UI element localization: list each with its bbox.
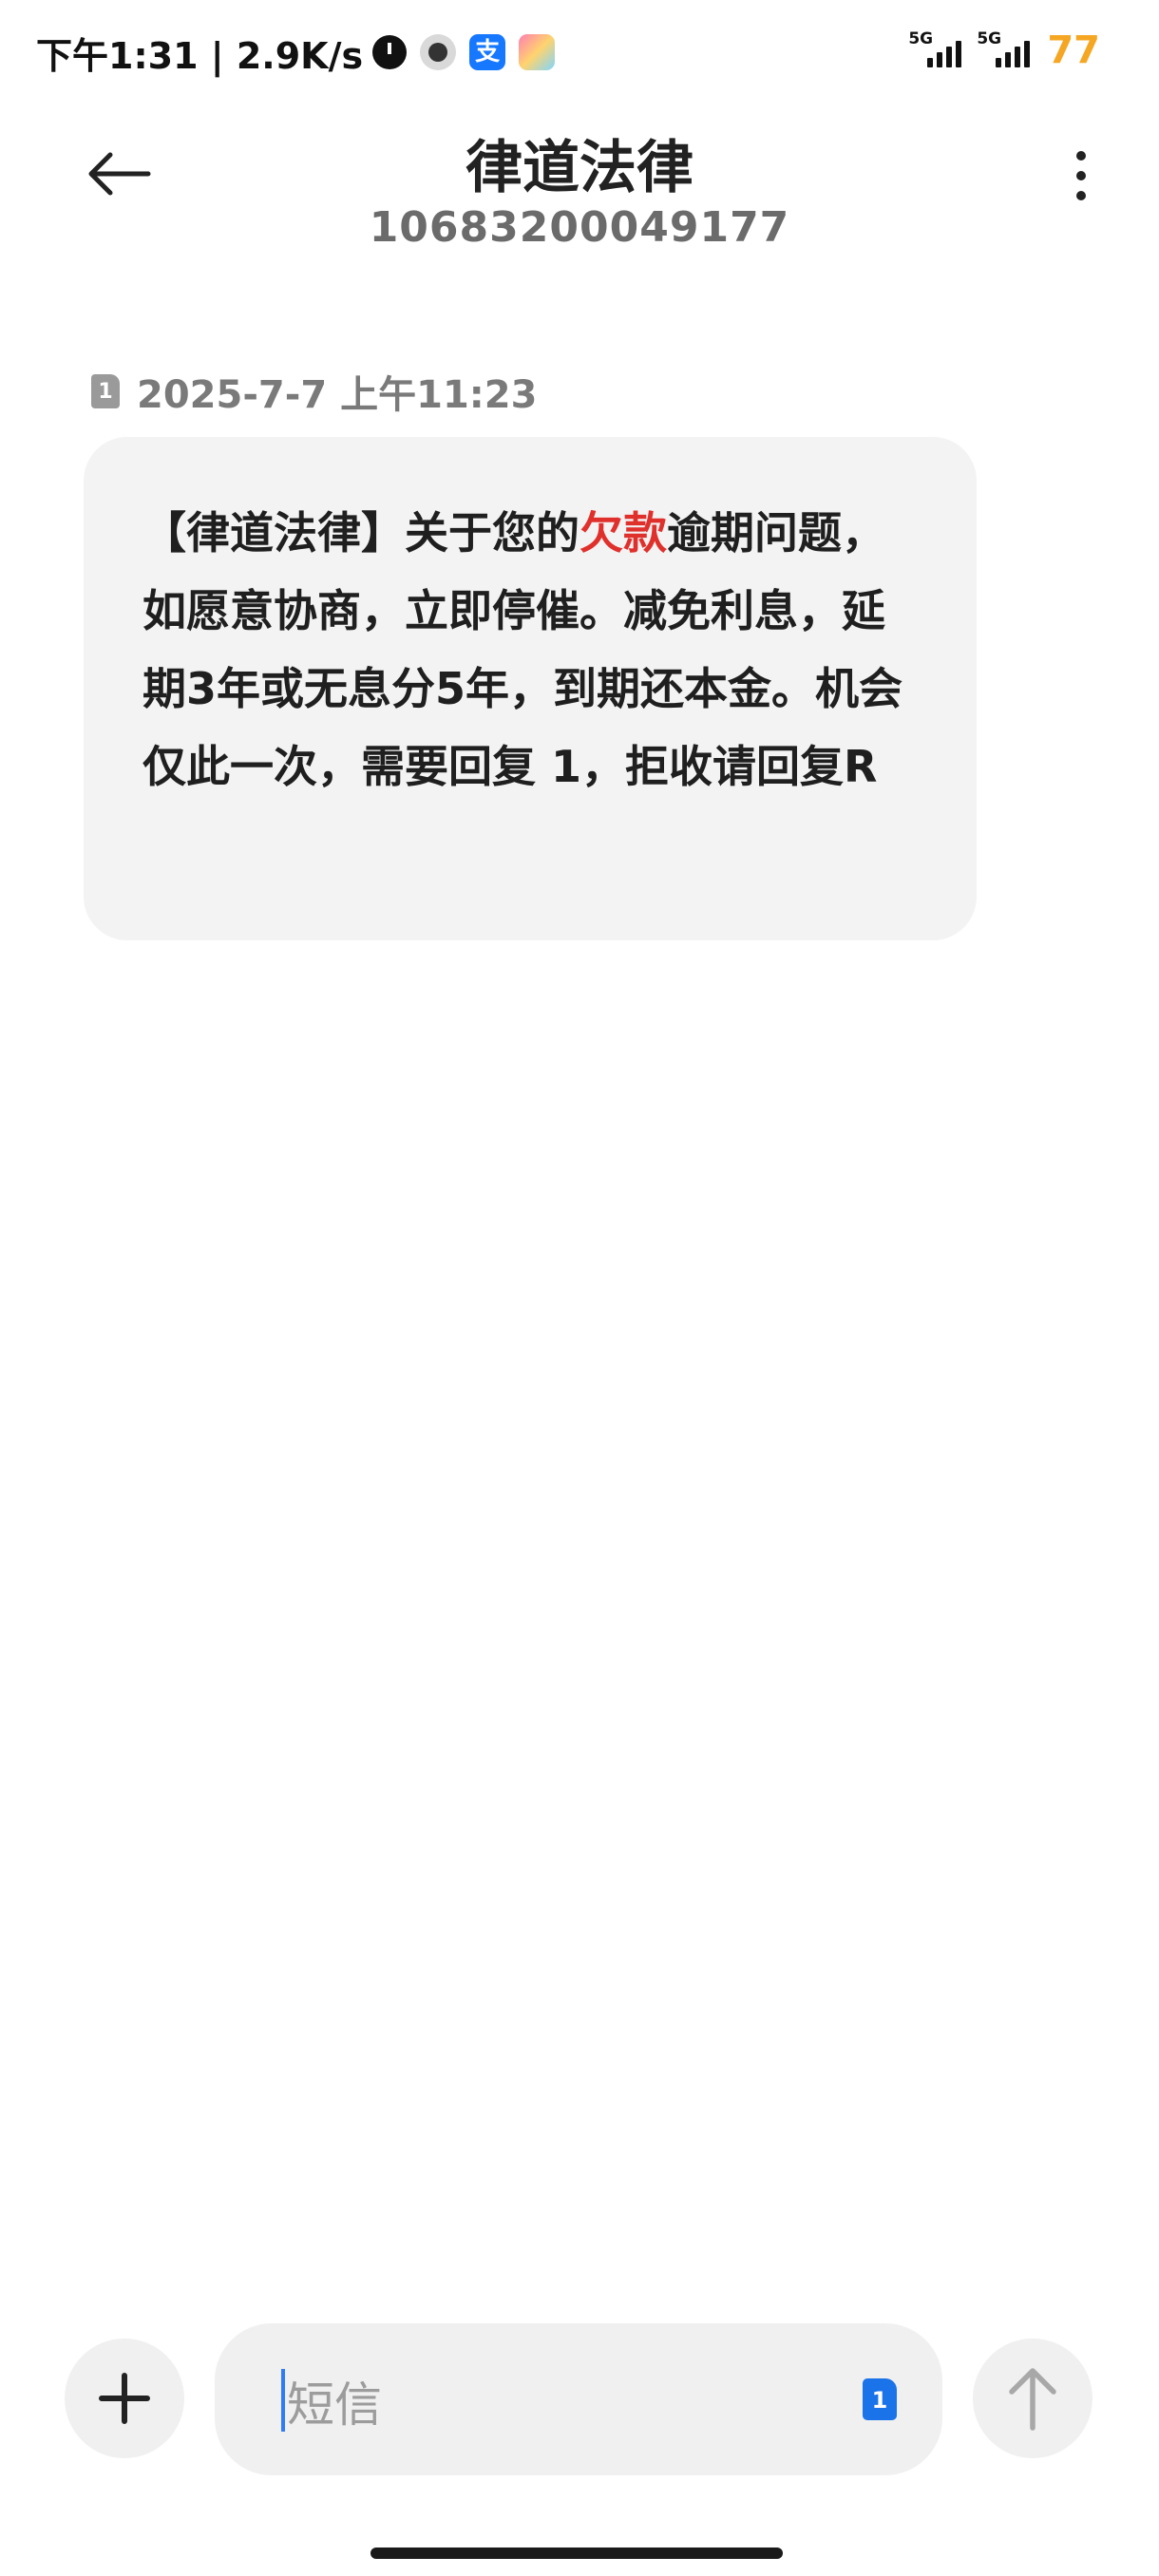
status-time-speed: 下午1:31 | 2.9K/s	[36, 34, 364, 77]
signal-icon-1: 5G	[908, 29, 963, 71]
message-bubble[interactable]: 【律道法律】关于您的欠款逾期问题，如愿意协商，立即停催。减免利息，延期3年或无息…	[84, 437, 977, 940]
message-input-placeholder: 短信	[287, 2377, 382, 2433]
alarm-icon	[372, 35, 408, 69]
message-text: 【律道法律】关于您的欠款逾期问题，如愿意协商，立即停催。减免利息，延期3年或无息…	[142, 494, 910, 805]
status-left: 下午1:31 | 2.9K/s 支	[36, 28, 556, 77]
message-composer: 短信 1	[0, 2318, 1159, 2479]
sim-card-icon: 1	[91, 374, 120, 408]
message-text-part1: 【律道法律】关于您的	[142, 507, 580, 559]
more-dot	[1076, 171, 1086, 180]
more-dot	[1076, 151, 1086, 161]
add-attachment-button[interactable]	[65, 2339, 184, 2458]
battery-level: 77	[1047, 28, 1100, 72]
signal-icon-2: 5G	[977, 29, 1032, 71]
contact-number: 10683200049177	[369, 203, 790, 252]
status-right: 5G 5G 77	[895, 27, 1100, 74]
game-center-icon	[519, 34, 556, 70]
home-indicator[interactable]	[370, 2548, 783, 2559]
sim-select-icon[interactable]: 1	[863, 2378, 897, 2420]
conversation-header: 律道法律 10683200049177	[0, 104, 1159, 285]
more-options-button[interactable]	[1053, 133, 1110, 218]
app-notification-icon	[420, 34, 457, 70]
plus-icon	[99, 2373, 150, 2424]
alipay-icon: 支	[469, 34, 506, 70]
message-input[interactable]: 短信 1	[215, 2323, 942, 2475]
contact-title: 律道法律	[466, 135, 694, 201]
message-timestamp: 1 2025-7-7 上午11:23	[91, 363, 537, 420]
status-bar: 下午1:31 | 2.9K/s 支 5G 5G 77	[0, 0, 1159, 104]
arrow-up-icon	[1009, 2368, 1056, 2431]
message-text-highlight: 欠款	[580, 507, 667, 559]
more-dot	[1076, 191, 1086, 200]
timestamp-text: 2025-7-7 上午11:23	[137, 373, 538, 417]
text-cursor	[281, 2369, 285, 2432]
send-button[interactable]	[973, 2339, 1092, 2458]
